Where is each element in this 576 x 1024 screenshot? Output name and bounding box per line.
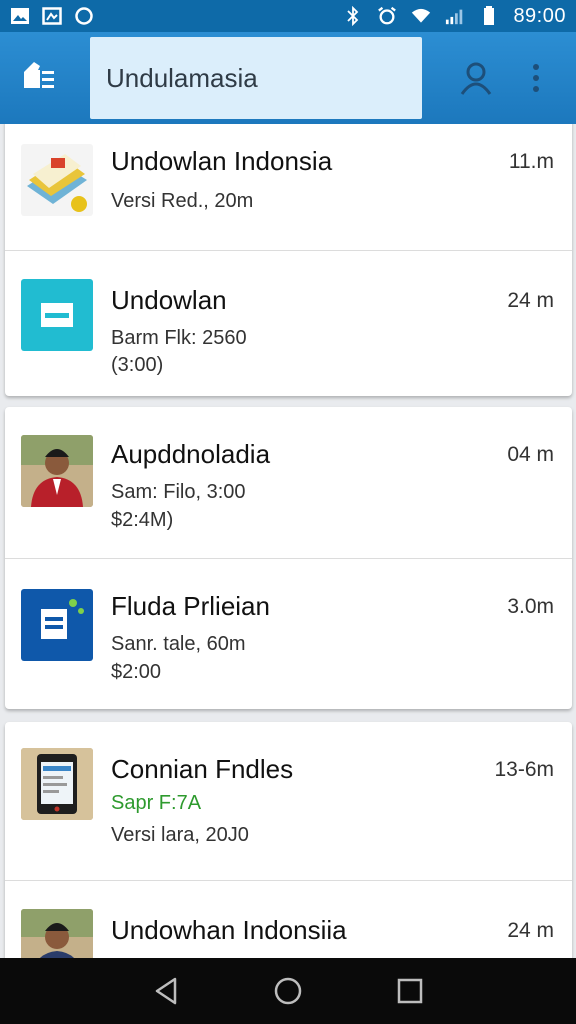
image-icon bbox=[10, 6, 30, 26]
account-button[interactable] bbox=[456, 58, 496, 98]
item-meta: $2:4M) bbox=[111, 509, 174, 531]
item-subtitle: Sapr F:7A bbox=[111, 792, 202, 814]
list-card: Aupddnoladia Sam: Filo, 3:00 $2:4M) 04 m… bbox=[5, 407, 572, 709]
more-vert-icon bbox=[533, 64, 539, 92]
item-size: 3.0m bbox=[507, 595, 554, 618]
list-card: Undowlan Indonsia Versi Red., 20m 11.m U… bbox=[5, 124, 572, 396]
account-icon bbox=[460, 62, 492, 95]
home-button[interactable] bbox=[265, 968, 311, 1014]
alarm-icon bbox=[377, 6, 397, 26]
item-title: Undowhan Indonsiia bbox=[111, 915, 347, 945]
recents-button[interactable] bbox=[387, 968, 433, 1014]
app-menu-icon bbox=[24, 62, 54, 88]
item-title: Undowlan Indonsia bbox=[111, 146, 333, 176]
blue-app-icon bbox=[21, 589, 93, 661]
list-item[interactable]: Undowlan Indonsia Versi Red., 20m 11.m bbox=[5, 124, 572, 250]
home-icon bbox=[274, 977, 302, 1005]
status-bar: 89:00 bbox=[0, 0, 576, 32]
teal-app-icon bbox=[21, 279, 93, 351]
item-subtitle: Versi Red., 20m bbox=[111, 190, 254, 212]
recents-icon bbox=[397, 978, 423, 1004]
back-icon bbox=[155, 977, 177, 1005]
item-title: Aupddnoladia bbox=[111, 439, 271, 469]
person-photo-2 bbox=[21, 909, 93, 958]
item-size: 13-6m bbox=[494, 758, 554, 781]
app-bar: Undulamasia bbox=[0, 32, 576, 124]
list-item[interactable]: Fluda Prlieian Sanr. tale, 60m $2:00 3.0… bbox=[5, 559, 572, 709]
list-card: Connian Fndles Sapr F:7A Versi lara, 20J… bbox=[5, 722, 572, 958]
list-item[interactable]: Undowhan Indonsiia 24 m bbox=[5, 881, 572, 958]
item-title: Connian Fndles bbox=[111, 754, 294, 784]
search-input[interactable]: Undulamasia bbox=[90, 37, 422, 119]
clock: 89:00 bbox=[513, 4, 566, 27]
item-size: 24 m bbox=[507, 919, 554, 942]
list-item[interactable]: Connian Fndles Sapr F:7A Versi lara, 20J… bbox=[5, 722, 572, 880]
item-title: Fluda Prlieian bbox=[111, 591, 270, 621]
book-stack-icon bbox=[21, 144, 93, 216]
overflow-menu-button[interactable] bbox=[516, 58, 556, 98]
item-meta: Versi lara, 20J0 bbox=[111, 824, 249, 846]
item-subtitle: Sanr. tale, 60m bbox=[111, 633, 246, 655]
battery-icon bbox=[479, 6, 499, 26]
sync-icon bbox=[74, 6, 94, 26]
item-meta: (3:00) bbox=[111, 354, 164, 376]
signal-icon bbox=[445, 6, 465, 26]
gallery-icon bbox=[42, 6, 62, 26]
app-list: Undowlan Indonsia Versi Red., 20m 11.m U… bbox=[0, 124, 576, 958]
item-size: 24 m bbox=[507, 289, 554, 312]
bluetooth-icon bbox=[343, 6, 363, 26]
list-item[interactable]: Undowlan Barm Flk: 2560 (3:00) 24 m bbox=[5, 251, 572, 396]
person-photo bbox=[21, 435, 93, 507]
item-size: 11.m bbox=[508, 150, 554, 173]
phone-icon bbox=[21, 748, 93, 820]
menu-button[interactable] bbox=[0, 32, 80, 124]
list-item[interactable]: Aupddnoladia Sam: Filo, 3:00 $2:4M) 04 m bbox=[5, 407, 572, 558]
item-subtitle: Sam: Filo, 3:00 bbox=[111, 481, 246, 503]
back-button[interactable] bbox=[143, 968, 189, 1014]
item-size: 04 m bbox=[507, 443, 554, 466]
item-subtitle: Barm Flk: 2560 bbox=[111, 327, 247, 349]
item-title: Undowlan bbox=[111, 285, 227, 315]
wifi-icon bbox=[411, 6, 431, 26]
item-meta: $2:00 bbox=[111, 661, 162, 683]
system-nav-bar bbox=[0, 958, 576, 1024]
